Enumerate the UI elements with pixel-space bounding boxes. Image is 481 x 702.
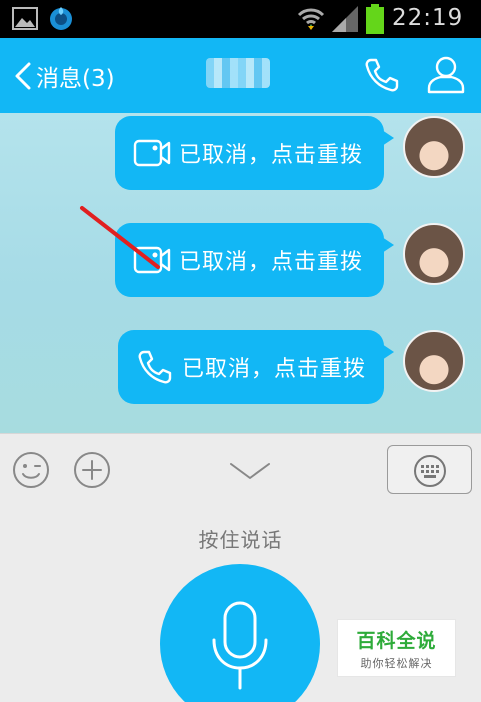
- message-text: 已取消，点击重拨: [179, 250, 364, 275]
- message-row: 已取消，点击重拨: [0, 330, 481, 410]
- app-notification-icon: [50, 7, 72, 30]
- battery-icon: [366, 4, 384, 34]
- video-camera-icon: [133, 139, 171, 167]
- gallery-icon: [12, 7, 38, 30]
- title-bar: 消息(3): [0, 38, 481, 113]
- signal-icon: [332, 6, 358, 32]
- status-bar: 22:19: [0, 0, 481, 38]
- keyboard-icon: [414, 455, 446, 487]
- message-row: 已取消，点击重拨: [0, 116, 481, 196]
- record-voice-button[interactable]: [160, 564, 320, 702]
- back-chevron-icon: [15, 62, 31, 90]
- annotation-arrow: [80, 206, 160, 269]
- watermark: 百科全说 助你轻松解决: [337, 619, 456, 677]
- back-button[interactable]: 消息(3): [14, 56, 115, 96]
- message-row: 已取消，点击重拨: [0, 223, 481, 303]
- phone-icon: [138, 350, 172, 384]
- keyboard-toggle-button[interactable]: [387, 445, 472, 494]
- plus-icon[interactable]: [73, 451, 111, 489]
- microphone-icon: [212, 601, 268, 690]
- call-message-bubble[interactable]: 已取消，点击重拨: [115, 116, 394, 190]
- emoji-icon[interactable]: [12, 451, 50, 489]
- chat-area: 已取消，点击重拨 已取消，点击重拨 已取消，点击重拨: [0, 113, 481, 433]
- profile-icon[interactable]: [426, 54, 466, 94]
- avatar[interactable]: [403, 223, 465, 285]
- call-message-bubble[interactable]: 已取消，点击重拨: [118, 330, 394, 404]
- avatar[interactable]: [403, 116, 465, 178]
- clock: 22:19: [392, 5, 464, 31]
- back-label: 消息(3): [36, 66, 115, 92]
- watermark-title: 百科全说: [356, 629, 437, 652]
- wifi-icon: [297, 8, 325, 30]
- hold-to-talk-label: 按住说话: [198, 528, 283, 552]
- message-text: 已取消，点击重拨: [182, 357, 367, 382]
- contact-name-blurred: [206, 58, 270, 88]
- watermark-subtitle: 助你轻松解决: [360, 656, 433, 670]
- phone-icon[interactable]: [362, 56, 400, 94]
- avatar[interactable]: [403, 330, 465, 392]
- message-text: 已取消，点击重拨: [179, 143, 364, 168]
- chevron-down-icon[interactable]: [228, 460, 272, 482]
